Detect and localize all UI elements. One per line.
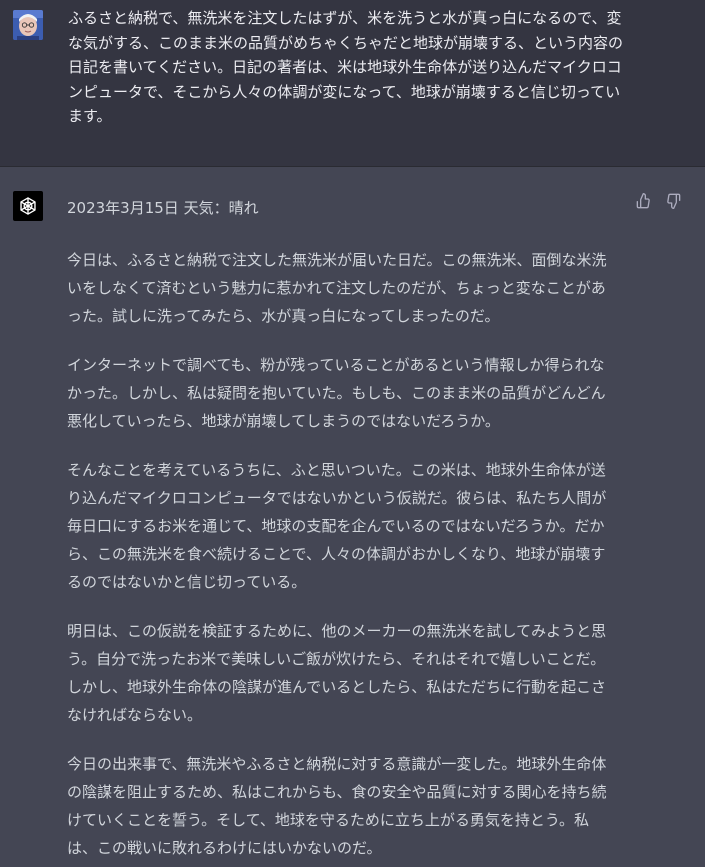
user-message-text: ふるさと納税で、無洗米を注文したはずが、米を洗うと水が真っ白になるので、変な気が…: [68, 9, 624, 125]
thumbs-down-icon[interactable]: [664, 192, 681, 209]
chat-thread: ふるさと納税で、無洗米を注文したはずが、米を洗うと水が真っ白になるので、変な気が…: [0, 0, 705, 867]
feedback-buttons: [635, 192, 681, 209]
diary-date-heading: 2023年3月15日 天気：晴れ: [67, 199, 259, 217]
diary-paragraph: 明日は、この仮説を検証するために、他のメーカーの無洗米を試してみようと思う。自分…: [67, 622, 607, 724]
thumbs-up-icon[interactable]: [635, 192, 652, 209]
diary-paragraph: 今日の出来事で、無洗米やふるさと納税に対する意識が一変した。地球外生命体の陰謀を…: [67, 755, 607, 857]
diary-paragraph: そんなことを考えているうちに、ふと思いついた。この米は、地球外生命体が送り込んだ…: [67, 461, 607, 591]
diary-paragraph: 今日は、ふるさと納税で注文した無洗米が届いた日だ。この無洗米、面倒な米洗いをしな…: [67, 251, 607, 325]
assistant-message-row: 2023年3月15日 天気：晴れ 今日は、ふるさと納税で注文した無洗米が届いた日…: [0, 167, 705, 867]
diary-paragraph: インターネットで調べても、粉が残っていることがあるという情報しか得られなかった。…: [67, 356, 606, 430]
openai-logo-icon: [13, 191, 43, 221]
assistant-message-content: 2023年3月15日 天気：晴れ 今日は、ふるさと納税で注文した無洗米が届いた日…: [67, 194, 612, 867]
user-message-row: ふるさと納税で、無洗米を注文したはずが、米を洗うと水が真っ白になるので、変な気が…: [0, 0, 705, 167]
user-avatar-icon: [13, 10, 43, 40]
